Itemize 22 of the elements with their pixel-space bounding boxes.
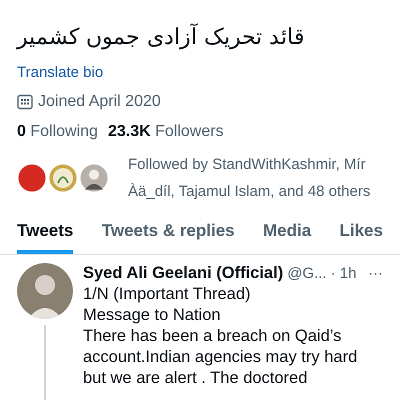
profile-tab[interactable]: Likes	[340, 215, 383, 254]
calendar-icon	[17, 94, 33, 110]
profile-tab[interactable]: Media	[262, 215, 312, 254]
more-options-button[interactable]: ···	[368, 263, 383, 284]
tweet-author-handle: @G...	[287, 264, 327, 284]
profile-bio: قائد تحریک آزادی جموں کشمیر	[17, 24, 305, 50]
follower-avatar[interactable]	[48, 163, 78, 193]
followed-by-text: Followed by StandWithKashmir, Mír Àä_díl, Tajamul Islam, and 48 others	[128, 155, 372, 202]
tweet-author-name[interactable]: Syed Ali Geelani (Official)	[83, 263, 284, 284]
following-count[interactable]: 0 Following	[17, 123, 98, 141]
follower-avatar[interactable]	[79, 163, 109, 193]
followers-count[interactable]: 23.3K Followers	[108, 123, 224, 141]
tweet-text: There has been a breach on Qaid’s account.Indian agencies may try hard but we are alert . The doctored	[83, 326, 358, 389]
tweet-text: 1/N (Important Thread)	[83, 284, 252, 305]
profile-tab[interactable]: Tweets	[17, 215, 74, 254]
tweet-text: Message to Nation	[83, 305, 222, 326]
joined-date: Joined April 2020	[38, 93, 161, 111]
profile-tab[interactable]: Tweets & replies	[102, 215, 235, 254]
avatar-icon[interactable]	[17, 263, 73, 319]
follower-avatar[interactable]	[17, 163, 47, 193]
tweet-time: · 1h	[330, 264, 356, 284]
translate-bio-link[interactable]: Translate bio	[17, 64, 104, 81]
